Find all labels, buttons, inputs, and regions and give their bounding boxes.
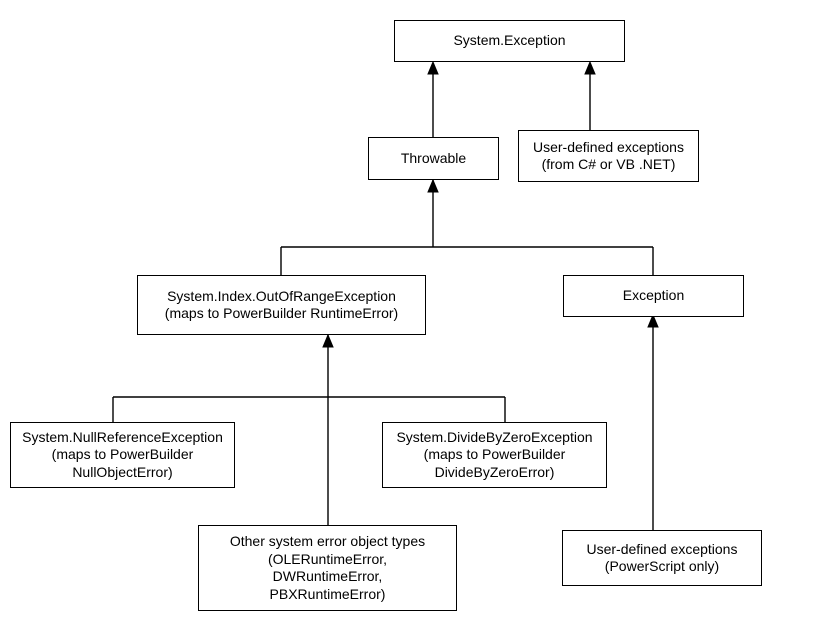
node-other-types: Other system error object types(OLERunti… xyxy=(198,525,457,611)
node-user-defined-powerscript: User-defined exceptions(PowerScript only… xyxy=(562,530,762,586)
node-label: User-defined exceptions(PowerScript only… xyxy=(587,541,738,576)
node-exception: Exception xyxy=(563,275,744,317)
node-null-reference: System.NullReferenceException(maps to Po… xyxy=(10,422,235,488)
node-label: Exception xyxy=(623,287,684,305)
node-divide-by-zero: System.DivideByZeroException(maps to Pow… xyxy=(382,422,607,488)
node-label: System.NullReferenceException(maps to Po… xyxy=(22,429,223,482)
node-user-defined-dotnet: User-defined exceptions(from C# or VB .N… xyxy=(518,130,699,182)
node-label: System.Exception xyxy=(453,32,565,50)
node-label: System.Index.OutOfRangeException(maps to… xyxy=(165,288,398,323)
diagram-canvas: System.Exception Throwable User-defined … xyxy=(0,0,823,643)
node-label: User-defined exceptions(from C# or VB .N… xyxy=(533,139,684,174)
node-label: System.DivideByZeroException(maps to Pow… xyxy=(396,429,592,482)
node-label: Throwable xyxy=(401,150,466,168)
node-system-exception: System.Exception xyxy=(394,20,625,62)
node-label: Other system error object types(OLERunti… xyxy=(230,533,425,603)
node-throwable: Throwable xyxy=(368,137,499,180)
node-out-of-range: System.Index.OutOfRangeException(maps to… xyxy=(137,275,426,335)
